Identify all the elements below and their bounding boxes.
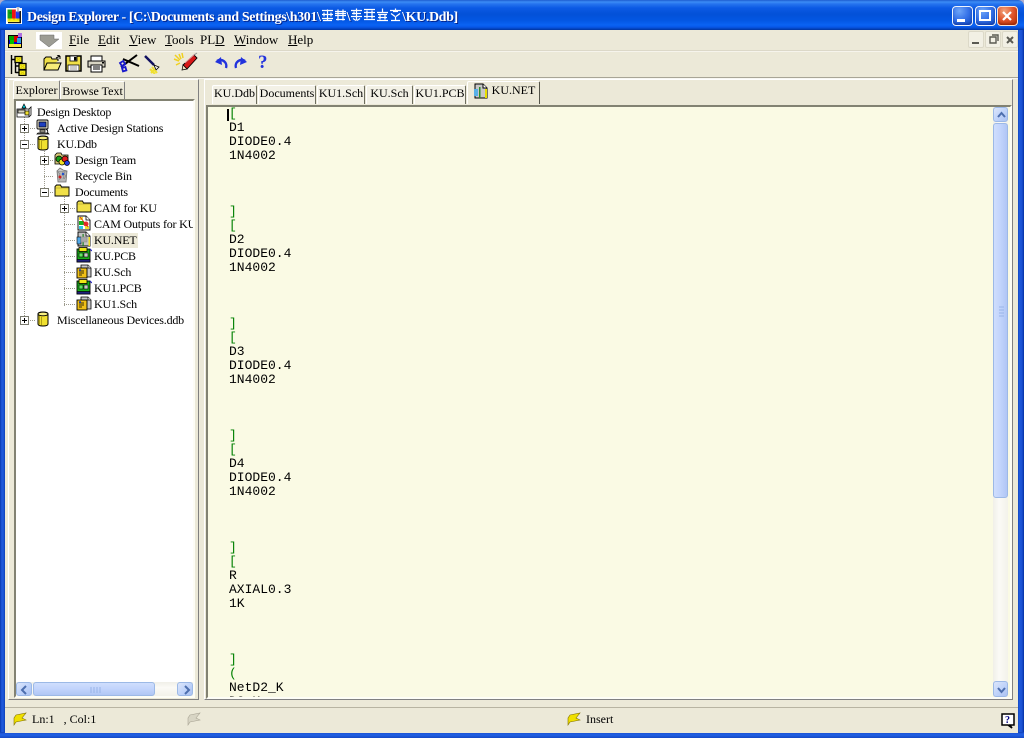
svg-text:?: ? [1005,715,1010,726]
